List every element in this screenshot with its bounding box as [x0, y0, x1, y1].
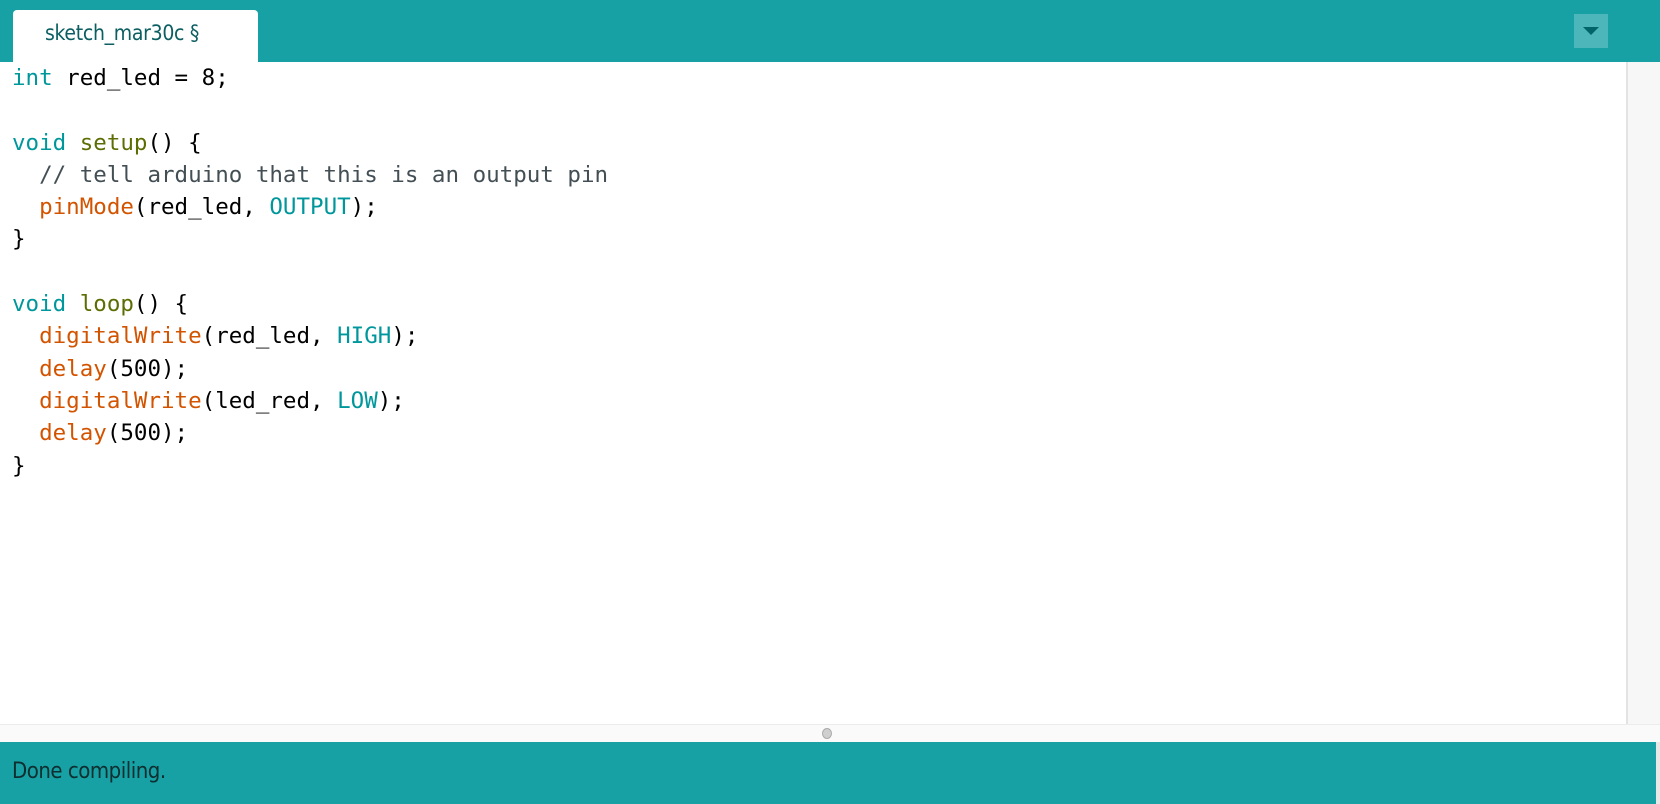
token-function: delay [39, 420, 107, 447]
code-line: digitalWrite(red_led, HIGH); [12, 320, 1626, 352]
token-text: () { [133, 291, 189, 318]
token-text: () { [147, 129, 202, 156]
code-line: void loop() { [12, 288, 1626, 320]
drag-handle-icon[interactable] [822, 728, 832, 739]
tab-sketch[interactable]: sketch_mar30c § [13, 10, 258, 62]
token-text: (led_red, [201, 387, 338, 414]
token-text: } [12, 226, 26, 253]
token-constant: HIGH [337, 323, 392, 350]
token-block: setup [79, 129, 148, 156]
token-text: (red_led, [133, 194, 270, 221]
code-line: } [12, 450, 1626, 482]
token-text: ); [391, 323, 419, 350]
code-line: int red_led = 8; [12, 62, 1626, 94]
token-comment: // tell arduino that this is an output p… [12, 161, 609, 188]
token-keyword: void [12, 291, 67, 318]
chevron-down-icon [1583, 27, 1599, 35]
code-line: digitalWrite(led_red, LOW); [12, 385, 1626, 417]
token-text: ); [377, 387, 405, 414]
token-text: ); [350, 194, 378, 221]
token-constant: LOW [337, 387, 378, 414]
code-text[interactable]: int red_led = 8; void setup() { // tell a… [0, 62, 1626, 482]
status-message: Done compiling. [12, 759, 166, 784]
token-text: (red_led, [201, 323, 338, 350]
vertical-scrollbar[interactable] [1626, 62, 1660, 724]
token-function: digitalWrite [39, 323, 202, 350]
code-line: delay(500); [12, 353, 1626, 385]
code-line: delay(500); [12, 417, 1626, 449]
tab-menu-button[interactable] [1574, 14, 1608, 48]
token-block: loop [79, 291, 134, 318]
token-keyword: int [12, 65, 53, 91]
token-function: delay [39, 355, 107, 382]
token-function: digitalWrite [39, 387, 202, 414]
code-line: void setup() { [12, 127, 1626, 159]
token-constant: OUTPUT [269, 194, 351, 221]
tab-label: sketch_mar30c § [45, 21, 199, 45]
code-line: pinMode(red_led, OUTPUT); [12, 191, 1626, 223]
status-bar: Done compiling. [0, 742, 1656, 804]
window-edge [1656, 742, 1660, 804]
token-function: pinMode [39, 194, 134, 221]
token-text: red_led = 8; [52, 65, 229, 91]
code-line: } [12, 223, 1626, 255]
token-text: } [12, 452, 26, 479]
token-text: (500); [106, 355, 189, 382]
code-line: // tell arduino that this is an output p… [12, 159, 1626, 191]
code-editor[interactable]: int red_led = 8; void setup() { // tell a… [0, 62, 1626, 724]
editor-header: sketch_mar30c § [0, 0, 1660, 62]
token-text: (500); [106, 420, 189, 447]
token-keyword: void [12, 129, 67, 156]
pane-divider[interactable] [0, 724, 1660, 742]
